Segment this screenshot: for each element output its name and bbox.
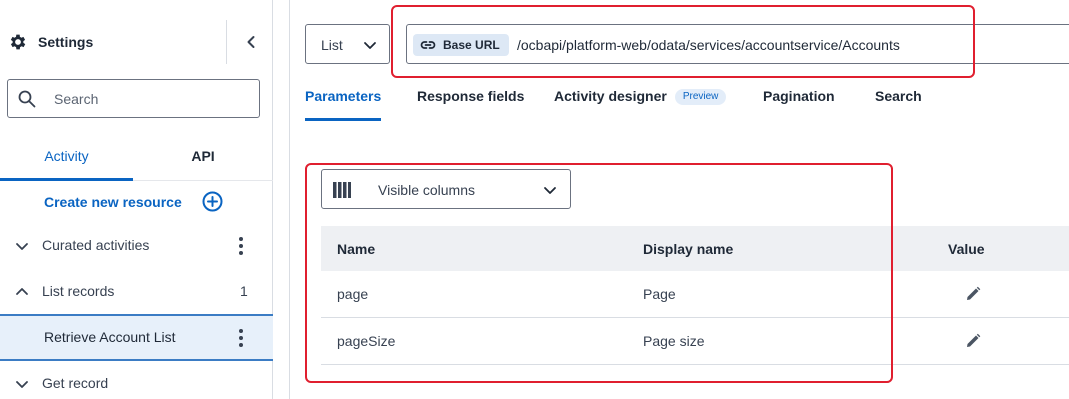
- sidebar-tabs: Activity API: [0, 134, 273, 181]
- param-name: pageSize: [337, 333, 396, 349]
- method-select[interactable]: List: [305, 24, 390, 64]
- preview-badge: Preview: [674, 89, 727, 105]
- chevron-down-icon: [364, 42, 376, 49]
- main-tabs: Parameters Response fields Activity desi…: [290, 78, 1069, 122]
- tab-pagination[interactable]: Pagination: [763, 78, 835, 121]
- tab-parameters[interactable]: Parameters: [305, 78, 382, 121]
- tree-item-label: Retrieve Account List: [44, 329, 176, 345]
- column-header-name[interactable]: Name: [337, 241, 375, 257]
- method-value: List: [321, 37, 343, 53]
- table-row: page Page: [321, 271, 1069, 318]
- table-row: pageSize Page size: [321, 318, 1069, 365]
- gear-icon: [10, 34, 26, 50]
- tab-api[interactable]: API: [133, 134, 273, 181]
- columns-icon: [333, 182, 351, 198]
- tree-item-label: List records: [42, 283, 115, 299]
- tree-item-label: Get record: [42, 375, 109, 391]
- item-count: 1: [240, 283, 248, 299]
- url-field[interactable]: Base URL /ocbapi/platform-web/odata/serv…: [406, 24, 1069, 64]
- table-header: Name Display name Value: [321, 226, 1069, 271]
- param-display-name: Page: [643, 286, 676, 302]
- more-options-icon[interactable]: [234, 236, 248, 256]
- tree-item-curated-activities[interactable]: Curated activities: [0, 224, 273, 268]
- tree-item-retrieve-account-list[interactable]: Retrieve Account List: [0, 314, 273, 361]
- tab-response-fields[interactable]: Response fields: [417, 78, 524, 121]
- tab-activity[interactable]: Activity: [0, 134, 133, 181]
- tab-search[interactable]: Search: [875, 78, 922, 121]
- tree-item-label: Curated activities: [42, 237, 150, 253]
- search-input[interactable]: [54, 88, 249, 110]
- chevron-down-icon[interactable]: [14, 376, 30, 392]
- search-icon: [18, 90, 36, 108]
- column-header-display-name[interactable]: Display name: [643, 241, 733, 257]
- base-url-label: Base URL: [443, 38, 500, 52]
- visible-columns-label: Visible columns: [378, 182, 476, 198]
- search-box[interactable]: [7, 79, 260, 118]
- url-path[interactable]: /ocbapi/platform-web/odata/services/acco…: [517, 37, 900, 53]
- add-circle-icon[interactable]: [202, 191, 223, 212]
- sidebar: Settings Activity API Create new resourc…: [0, 0, 273, 399]
- sidebar-title: Settings: [38, 34, 94, 50]
- tree-item-get-record[interactable]: Get record: [0, 362, 273, 399]
- collapse-area: [226, 20, 273, 64]
- base-url-badge: Base URL: [413, 34, 509, 56]
- visible-columns-select[interactable]: Visible columns: [321, 169, 571, 209]
- param-name: page: [337, 286, 369, 302]
- create-resource-row[interactable]: Create new resource: [44, 190, 223, 214]
- link-icon: [420, 41, 436, 49]
- collapse-sidebar-icon[interactable]: [241, 31, 261, 53]
- tree-item-list-records[interactable]: List records 1: [0, 270, 273, 314]
- chevron-down-icon: [544, 187, 556, 194]
- chevron-up-icon[interactable]: [14, 284, 30, 300]
- tab-activity-designer-label: Activity designer: [554, 88, 667, 104]
- main-panel: List Base URL /ocbapi/platform-web/odata…: [289, 0, 1069, 399]
- column-header-value[interactable]: Value: [948, 241, 985, 257]
- create-resource-link[interactable]: Create new resource: [44, 194, 182, 210]
- more-options-icon[interactable]: [234, 328, 248, 348]
- edit-pencil-icon[interactable]: [964, 332, 982, 350]
- sidebar-header: Settings: [0, 0, 273, 84]
- chevron-down-icon[interactable]: [14, 238, 30, 254]
- edit-pencil-icon[interactable]: [964, 285, 982, 303]
- param-display-name: Page size: [643, 333, 705, 349]
- tab-activity-designer[interactable]: Activity designer Preview: [554, 78, 727, 121]
